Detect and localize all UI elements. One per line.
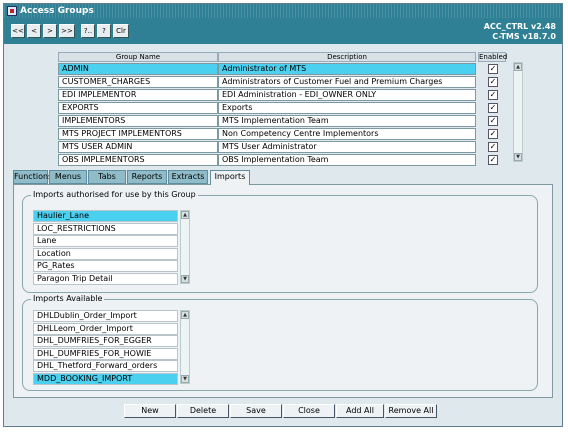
description-cell[interactable]: Non Competency Centre Implementors [218, 128, 476, 140]
description-cell[interactable]: Administrators of Customer Fuel and Prem… [218, 76, 476, 88]
group-name-header: Group Name [58, 52, 218, 62]
scroll-up-icon[interactable]: ▲ [514, 63, 522, 71]
next-record-button[interactable]: > [43, 24, 57, 38]
authorised-import-item[interactable]: Location [33, 247, 178, 260]
add-all-button[interactable]: Add All [336, 404, 384, 418]
available-import-item[interactable]: DHLDublin_Order_Import [33, 310, 178, 322]
save-button[interactable]: Save [230, 404, 282, 418]
group-name-cell[interactable]: EDI IMPLEMENTOR [58, 89, 218, 101]
description-cell[interactable]: EDI Administration - EDI_OWNER ONLY [218, 89, 476, 101]
new-button[interactable]: New [124, 404, 176, 418]
imports-panel: Imports authorised for use by this Group… [13, 184, 553, 398]
enabled-checkbox[interactable]: ✓ [488, 142, 498, 152]
action-bar: New Delete Save Close Add All Remove All [4, 402, 562, 424]
tab-tabs[interactable]: Tabs [88, 170, 126, 184]
delete-button[interactable]: Delete [177, 404, 229, 418]
remove-all-button[interactable]: Remove All [385, 404, 437, 418]
first-record-button[interactable]: << [11, 24, 25, 38]
tab-menus[interactable]: Menus [49, 170, 87, 184]
available-import-item[interactable]: DHL_DUMFRIES_FOR_HOWIE [33, 347, 178, 360]
tab-extracts[interactable]: Extracts [168, 170, 208, 184]
help-button[interactable]: ? [97, 24, 111, 38]
scroll-up-icon[interactable]: ▲ [181, 311, 189, 319]
description-header: Description [218, 52, 476, 62]
available-import-item[interactable]: MDD_BOOKING_IMPORT [33, 372, 178, 385]
enabled-checkbox[interactable]: ✓ [488, 155, 498, 165]
app-version-info: ACC_CTRL v2.48 C-TMS v18.7.0 [484, 22, 556, 42]
available-scrollbar[interactable]: ▲ ▼ [180, 310, 190, 384]
title-bar: Access Groups [4, 4, 562, 18]
authorised-imports-group: Imports authorised for use by this Group… [22, 190, 538, 293]
access-groups-window: Access Groups << < > >> ?.. ? Clr ACC_CT… [3, 3, 563, 427]
authorised-import-item[interactable]: PG_Rates [33, 260, 178, 272]
close-button[interactable]: Close [283, 404, 335, 418]
available-imports-group: Imports Available DHLDublin_Order_Import… [22, 294, 538, 391]
description-cell[interactable]: Exports [218, 102, 476, 114]
scroll-down-icon[interactable]: ▼ [181, 375, 189, 383]
group-name-cell[interactable]: OBS IMPLEMENTORS [58, 154, 218, 166]
list-of-values-button[interactable]: ?.. [81, 24, 95, 38]
available-import-item[interactable]: DHL_Thetford_Forward_orders [33, 360, 178, 372]
clear-button[interactable]: Clr [113, 24, 129, 38]
product-version: C-TMS v18.7.0 [492, 32, 556, 41]
authorised-import-item[interactable]: Lane [33, 235, 178, 247]
available-imports-title: Imports Available [31, 294, 105, 303]
authorised-scrollbar[interactable]: ▲ ▼ [180, 210, 190, 284]
enabled-checkbox[interactable]: ✓ [488, 129, 498, 139]
group-name-cell[interactable]: MTS USER ADMIN [58, 141, 218, 153]
group-name-cell[interactable]: CUSTOMER_CHARGES [58, 76, 218, 88]
authorised-import-item[interactable]: LOC_RESTRICTIONS [33, 222, 178, 235]
description-cell[interactable]: Administrator of MTS [218, 63, 476, 75]
scroll-up-icon[interactable]: ▲ [181, 211, 189, 219]
enabled-header: Enabled [478, 52, 508, 62]
last-record-button[interactable]: >> [59, 24, 75, 38]
tab-reports[interactable]: Reports [127, 170, 167, 184]
available-import-item[interactable]: DHLLeom_Order_Import [33, 322, 178, 335]
enabled-checkbox[interactable]: ✓ [488, 103, 498, 113]
grid-scrollbar[interactable]: ▲ ▼ [513, 62, 523, 162]
app-logo-icon [7, 6, 17, 16]
window-title: Access Groups [20, 6, 94, 16]
available-import-item[interactable]: DHL_DUMFRIES_FOR_EGGER [33, 335, 178, 347]
enabled-checkbox[interactable]: ✓ [488, 90, 498, 100]
enabled-checkbox[interactable]: ✓ [488, 77, 498, 87]
tab-functions[interactable]: Functions [13, 170, 52, 184]
group-name-cell[interactable]: ADMIN [58, 63, 218, 75]
enabled-checkbox[interactable]: ✓ [488, 64, 498, 74]
enabled-checkbox[interactable]: ✓ [488, 116, 498, 126]
app-code: ACC_CTRL v2.48 [483, 22, 556, 31]
authorised-import-item[interactable]: Paragon Trip Detail [33, 272, 178, 285]
group-name-cell[interactable]: IMPLEMENTORS [58, 115, 218, 127]
group-name-cell[interactable]: EXPORTS [58, 102, 218, 114]
group-name-cell[interactable]: MTS PROJECT IMPLEMENTORS [58, 128, 218, 140]
description-cell[interactable]: MTS User Administrator [218, 141, 476, 153]
tab-imports[interactable]: Imports [210, 170, 250, 185]
authorised-import-item[interactable]: Haulier_Lane [33, 210, 178, 222]
toolbar: << < > >> ?.. ? Clr ACC_CTRL v2.48 C-TMS… [4, 18, 562, 44]
description-cell[interactable]: OBS Implementation Team [218, 154, 476, 166]
scroll-down-icon[interactable]: ▼ [181, 275, 189, 283]
previous-record-button[interactable]: < [27, 24, 41, 38]
description-cell[interactable]: MTS Implementation Team [218, 115, 476, 127]
authorised-imports-title: Imports authorised for use by this Group [31, 190, 198, 199]
scroll-down-icon[interactable]: ▼ [514, 153, 522, 161]
